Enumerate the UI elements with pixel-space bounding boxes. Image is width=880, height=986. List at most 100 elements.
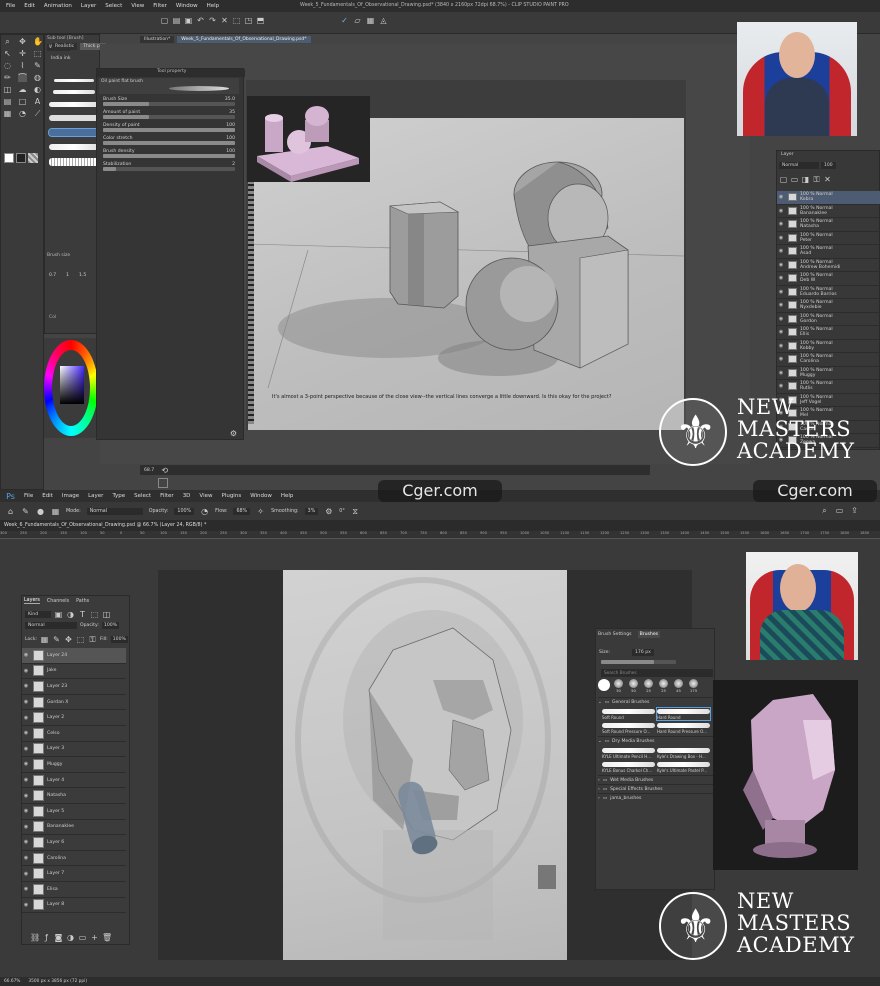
ps-layer-row[interactable]: ◉ Layer 4 (22, 773, 126, 789)
home-icon[interactable]: ⌂ (6, 507, 15, 516)
ps-layer-row[interactable]: ◉ Layer 23 (22, 679, 126, 695)
brush-tab-realistic[interactable]: Realistic (52, 43, 78, 50)
clip-layer-row[interactable]: ◉ 100 % Normal Carolina (777, 353, 880, 367)
visibility-eye-icon[interactable]: ◉ (22, 855, 30, 861)
brush-group-header[interactable]: › ▭ Special Effects Brushes (598, 784, 714, 793)
brush-group-header[interactable]: ⌄ ▭ General Brushes (598, 697, 714, 706)
brush-preset[interactable]: 25 (644, 679, 653, 693)
layer-move-icon[interactable]: ✛ (18, 49, 27, 58)
visibility-eye-icon[interactable]: ◉ (22, 746, 30, 752)
new-folder-icon[interactable]: ▭ (790, 175, 799, 184)
hand-icon[interactable]: ✋ (33, 37, 43, 46)
ps-layer-row[interactable]: ◉ Celso (22, 726, 126, 742)
menu-file[interactable]: File (6, 3, 15, 9)
pressure-opacity-icon[interactable]: ◔ (200, 507, 209, 516)
ps-menu-layer[interactable]: Layer (88, 493, 103, 499)
layer-mask-icon[interactable]: ◙ (54, 933, 63, 942)
brush-preset-item[interactable]: Soft Round Pressure O... (602, 722, 655, 734)
clip-layer-row[interactable]: ◉ 100 % Normal Deb W (777, 272, 880, 286)
mask-icon[interactable]: ◨ (801, 175, 810, 184)
menu-edit[interactable]: Edit (24, 3, 35, 9)
chevron-icon[interactable]: ⌄ (598, 739, 602, 744)
visibility-eye-icon[interactable]: ◉ (777, 221, 785, 227)
visibility-eye-icon[interactable]: ◉ (22, 761, 30, 767)
clip-layer-row[interactable]: ◉ 100 % Normal Eduardo Barrios (777, 286, 880, 299)
chevron-icon[interactable]: ⌄ (598, 700, 602, 705)
airbrush-icon[interactable]: ◍ (33, 73, 42, 82)
menu-window[interactable]: Window (176, 3, 198, 9)
ps-layer-row[interactable]: ◉ Gordan X (22, 695, 126, 711)
ps-layer-row[interactable]: ◉ Elisa (22, 882, 126, 898)
undo-icon[interactable]: ↶ (196, 16, 205, 25)
brush-settings-tab[interactable]: Brush Settings (598, 632, 632, 637)
ps-layer-row[interactable]: ◉ Layer 5 (22, 804, 126, 820)
brush-preset-item[interactable]: Hard Round (656, 707, 711, 721)
clip-layer-row[interactable]: ◉ 100 % Normal Peter (777, 232, 880, 245)
menu-animation[interactable]: Animation (44, 3, 72, 9)
clip-layer-row[interactable]: ◉ 100 % Normal Nyxdebie (777, 299, 880, 313)
ps-menu-filter[interactable]: Filter (160, 493, 174, 499)
visibility-eye-icon[interactable]: ◉ (777, 194, 785, 200)
clip-layer-row[interactable]: ◉ 100 % Normal Asad (777, 245, 880, 259)
redo-icon[interactable]: ↷ (208, 16, 217, 25)
snap-icon[interactable]: ✓ (340, 16, 349, 25)
operation-icon[interactable]: ↖ (3, 49, 12, 58)
brush-stroke-2[interactable] (53, 90, 95, 94)
brush-stroke-6[interactable] (49, 144, 99, 150)
ps-zoom-status[interactable]: 66.67% (4, 979, 20, 984)
filter-type-icon[interactable]: T (78, 610, 87, 619)
clip-layer-row[interactable]: ◉ 100 % Normal Andrew Bohemidi (777, 259, 880, 272)
property-slider[interactable] (103, 154, 235, 158)
lasso-icon[interactable]: ◌ (3, 61, 12, 70)
ps-layer-row[interactable]: ◉ Muggy (22, 757, 126, 773)
add-layer-icon[interactable]: + (90, 933, 99, 942)
visibility-eye-icon[interactable]: ◉ (777, 275, 785, 281)
opacity-input[interactable]: 100% (174, 507, 195, 515)
menu-filter[interactable]: Filter (153, 3, 167, 9)
brush-settings-icon[interactable]: ▦ (51, 507, 60, 516)
ps-layer-row[interactable]: ◉ Layer 6 (22, 835, 126, 851)
opacity-value[interactable]: 100 (821, 162, 836, 169)
ps-opacity-input[interactable]: 100% (101, 622, 120, 629)
menu-select[interactable]: Select (105, 3, 122, 9)
visibility-eye-icon[interactable]: ◉ (777, 343, 785, 349)
brush-preset[interactable]: 50 (629, 679, 638, 693)
ps-menu-help[interactable]: Help (281, 493, 294, 499)
ps-doc-tab[interactable]: Week_6_Fundamentals_Of_Observational_Dra… (0, 520, 880, 531)
ps-menu-edit[interactable]: Edit (42, 493, 53, 499)
brush-tool-icon[interactable]: ✎ (21, 507, 30, 516)
navigator-icon[interactable] (158, 478, 168, 488)
perspective-snap-icon[interactable]: ◬ (379, 16, 388, 25)
zoom-value[interactable]: 68.7 (144, 468, 154, 473)
chevron-icon[interactable]: › (598, 778, 600, 783)
clip-layer-row[interactable]: ◉ 100 % Normal Bananaklee (777, 205, 880, 218)
smoothing-options-icon[interactable]: ⚙ (324, 507, 333, 516)
gradient-icon[interactable]: ▤ (3, 97, 12, 106)
brush-preset[interactable]: 45 (674, 679, 683, 693)
brush-search[interactable]: Search Brushes (601, 669, 713, 677)
visibility-eye-icon[interactable]: ◉ (22, 824, 30, 830)
kind-filter[interactable]: Kind (25, 611, 51, 618)
brush-stroke-3[interactable] (49, 102, 99, 107)
ps-menu-window[interactable]: Window (250, 493, 272, 499)
lock-move-icon[interactable]: ✥ (64, 635, 73, 644)
share-icon[interactable]: ⇪ (850, 506, 859, 515)
brush-preset-icon[interactable]: ● (36, 507, 45, 516)
ps-menu-image[interactable]: Image (62, 493, 79, 499)
fill-icon[interactable]: ◐ (33, 85, 42, 94)
balloon-icon[interactable]: ◔ (18, 109, 27, 118)
fx-icon[interactable]: ƒ (42, 933, 51, 942)
clip-layer-row[interactable]: ◉ 100 % Normal Natasha (777, 218, 880, 232)
zoom-icon[interactable]: ⌕ (3, 37, 12, 46)
brush-stroke-selected[interactable] (48, 128, 100, 137)
visibility-eye-icon[interactable]: ◉ (777, 302, 785, 308)
search-icon[interactable]: ⌕ (820, 506, 829, 515)
ruler-snap-icon[interactable]: ▱ (353, 16, 362, 25)
visibility-eye-icon[interactable]: ◉ (22, 699, 30, 705)
menu-layer[interactable]: Layer (81, 3, 96, 9)
visibility-eye-icon[interactable]: ◉ (22, 808, 30, 814)
marquee-icon[interactable]: ⬚ (33, 49, 42, 58)
property-slider[interactable] (103, 167, 235, 171)
visibility-eye-icon[interactable]: ◉ (22, 683, 30, 689)
smoothing-input[interactable]: 3% (304, 507, 319, 515)
